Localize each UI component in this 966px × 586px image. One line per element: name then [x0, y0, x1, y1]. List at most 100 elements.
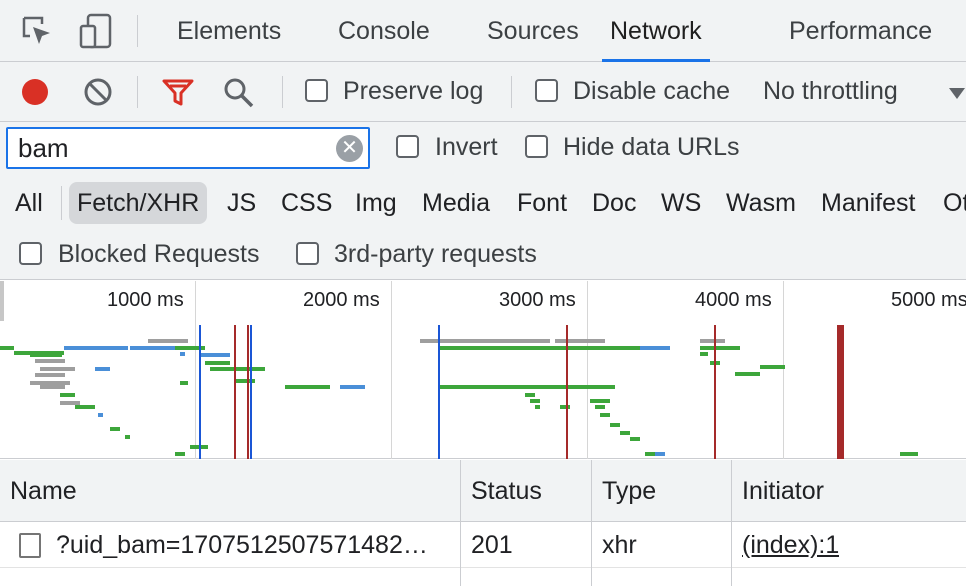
third-party-checkbox[interactable] — [296, 242, 319, 265]
type-filter-js[interactable]: JS — [227, 182, 256, 224]
tab-sources[interactable]: Sources — [487, 0, 579, 62]
overview-request-bar — [600, 413, 610, 417]
type-filter-img[interactable]: Img — [355, 182, 397, 224]
invert-checkbox[interactable] — [396, 135, 419, 158]
request-type: xhr — [602, 531, 637, 559]
overview-request-bar — [440, 385, 530, 389]
overview-request-bar — [200, 353, 230, 357]
overview-request-bar — [0, 346, 14, 350]
dropdown-icon[interactable] — [948, 86, 966, 100]
disable-cache-checkbox[interactable] — [535, 79, 558, 102]
overview-request-bar — [440, 339, 550, 343]
overview-timing-marker — [234, 325, 236, 459]
preserve-log-checkbox[interactable] — [305, 79, 328, 102]
overview-request-bar — [180, 381, 188, 385]
device-icon[interactable] — [78, 12, 114, 50]
overview-gridline — [587, 281, 588, 459]
tab-console[interactable]: Console — [338, 0, 430, 62]
column-header-name[interactable]: Name — [0, 460, 460, 522]
overview-timing-marker — [714, 325, 716, 459]
overview-request-bar — [340, 385, 365, 389]
overview-tick: 1000 ms — [107, 289, 184, 311]
record-icon[interactable] — [20, 77, 50, 107]
filter-field[interactable]: ✕ — [6, 127, 370, 169]
column-separator — [591, 460, 592, 586]
blocked-requests-checkbox[interactable] — [19, 242, 42, 265]
overview-request-bar — [210, 367, 265, 371]
overview-request-bar — [610, 423, 620, 427]
overview-request-bar — [700, 352, 708, 356]
overview-timing-marker — [438, 325, 440, 459]
type-filter-ws[interactable]: WS — [661, 182, 701, 224]
devtools-tab-bar: Elements Console Sources Network Perform… — [0, 0, 966, 62]
overview-request-bar — [30, 353, 62, 357]
overview-request-bar — [555, 339, 605, 343]
overview-request-bar — [130, 346, 175, 350]
document-icon — [19, 533, 41, 558]
request-initiator-link[interactable]: (index):1 — [742, 522, 839, 568]
blocked-requests-row: Blocked Requests 3rd-party requests — [0, 230, 966, 280]
type-filter-wasm[interactable]: Wasm — [726, 182, 796, 224]
overview-timing-marker — [199, 325, 201, 459]
overview-request-bar — [95, 367, 110, 371]
overview-request-bar — [560, 405, 570, 409]
column-header-initiator[interactable]: Initiator — [732, 460, 966, 522]
overview-handle[interactable] — [0, 281, 4, 321]
type-filter-all[interactable]: All — [15, 182, 43, 224]
search-icon[interactable] — [222, 76, 256, 110]
overview-request-bar — [700, 339, 725, 343]
hide-data-urls-label: Hide data URLs — [563, 133, 740, 161]
clear-icon[interactable] — [83, 77, 113, 107]
tab-elements[interactable]: Elements — [177, 0, 281, 62]
disable-cache-label: Disable cache — [573, 77, 731, 105]
overview-request-bar — [440, 346, 580, 350]
column-header-type[interactable]: Type — [592, 460, 731, 522]
overview-request-bar — [655, 452, 665, 456]
hide-data-urls-checkbox[interactable] — [525, 135, 548, 158]
overview-request-bar — [420, 339, 440, 343]
overview-request-bar — [590, 399, 610, 403]
column-header-status[interactable]: Status — [461, 460, 591, 522]
third-party-label: 3rd-party requests — [334, 240, 537, 268]
overview-gridline — [195, 281, 196, 459]
toolbar-separator — [137, 76, 138, 108]
overview-request-bar — [40, 385, 65, 389]
overview-request-bar — [620, 431, 630, 435]
overview-request-bar — [700, 346, 740, 350]
inspect-icon[interactable] — [20, 14, 54, 48]
network-toolbar: Preserve log Disable cache No throttling — [0, 62, 966, 122]
filter-row: ✕ Invert Hide data URLs — [0, 122, 966, 180]
column-separator — [460, 460, 461, 586]
overview-timing-marker — [250, 325, 252, 459]
filter-icon[interactable] — [162, 78, 194, 108]
overview-request-bar — [580, 346, 640, 350]
network-overview[interactable]: 1000 ms 2000 ms 3000 ms 4000 ms 5000 ms — [0, 281, 966, 459]
clear-input-icon[interactable]: ✕ — [336, 135, 363, 162]
type-filter-media[interactable]: Media — [422, 182, 490, 224]
type-filter-css[interactable]: CSS — [281, 182, 332, 224]
throttling-select[interactable]: No throttling — [763, 77, 898, 106]
overview-gridline — [391, 281, 392, 459]
tab-network[interactable]: Network — [602, 0, 710, 62]
overview-request-bar — [235, 379, 255, 383]
type-filter-font[interactable]: Font — [517, 182, 567, 224]
request-name[interactable]: ?uid_bam=1707512507571482… — [56, 522, 454, 568]
type-filter-doc[interactable]: Doc — [592, 182, 636, 224]
request-table-header: Name Status Type Initiator — [0, 460, 966, 522]
type-filter-manifest[interactable]: Manifest — [821, 182, 915, 224]
overview-request-bar — [148, 339, 188, 343]
invert-label: Invert — [435, 133, 498, 161]
overview-tick: 3000 ms — [499, 289, 576, 311]
type-filter-other[interactable]: Ot — [943, 182, 966, 224]
blocked-requests-label: Blocked Requests — [58, 240, 260, 268]
overview-timing-marker — [247, 325, 249, 459]
filter-input[interactable] — [16, 131, 326, 165]
tab-performance[interactable]: Performance — [789, 0, 932, 62]
resource-type-filter: All Fetch/XHR JS CSS Img Media Font Doc … — [0, 176, 966, 232]
overview-request-bar — [540, 385, 615, 389]
type-filter-fetch-xhr[interactable]: Fetch/XHR — [69, 182, 208, 224]
table-row[interactable]: ?uid_bam=1707512507571482… 201 xhr (inde… — [0, 522, 966, 568]
overview-tick: 5000 ms — [891, 289, 966, 311]
overview-request-bar — [530, 399, 540, 403]
overview-tick: 2000 ms — [303, 289, 380, 311]
